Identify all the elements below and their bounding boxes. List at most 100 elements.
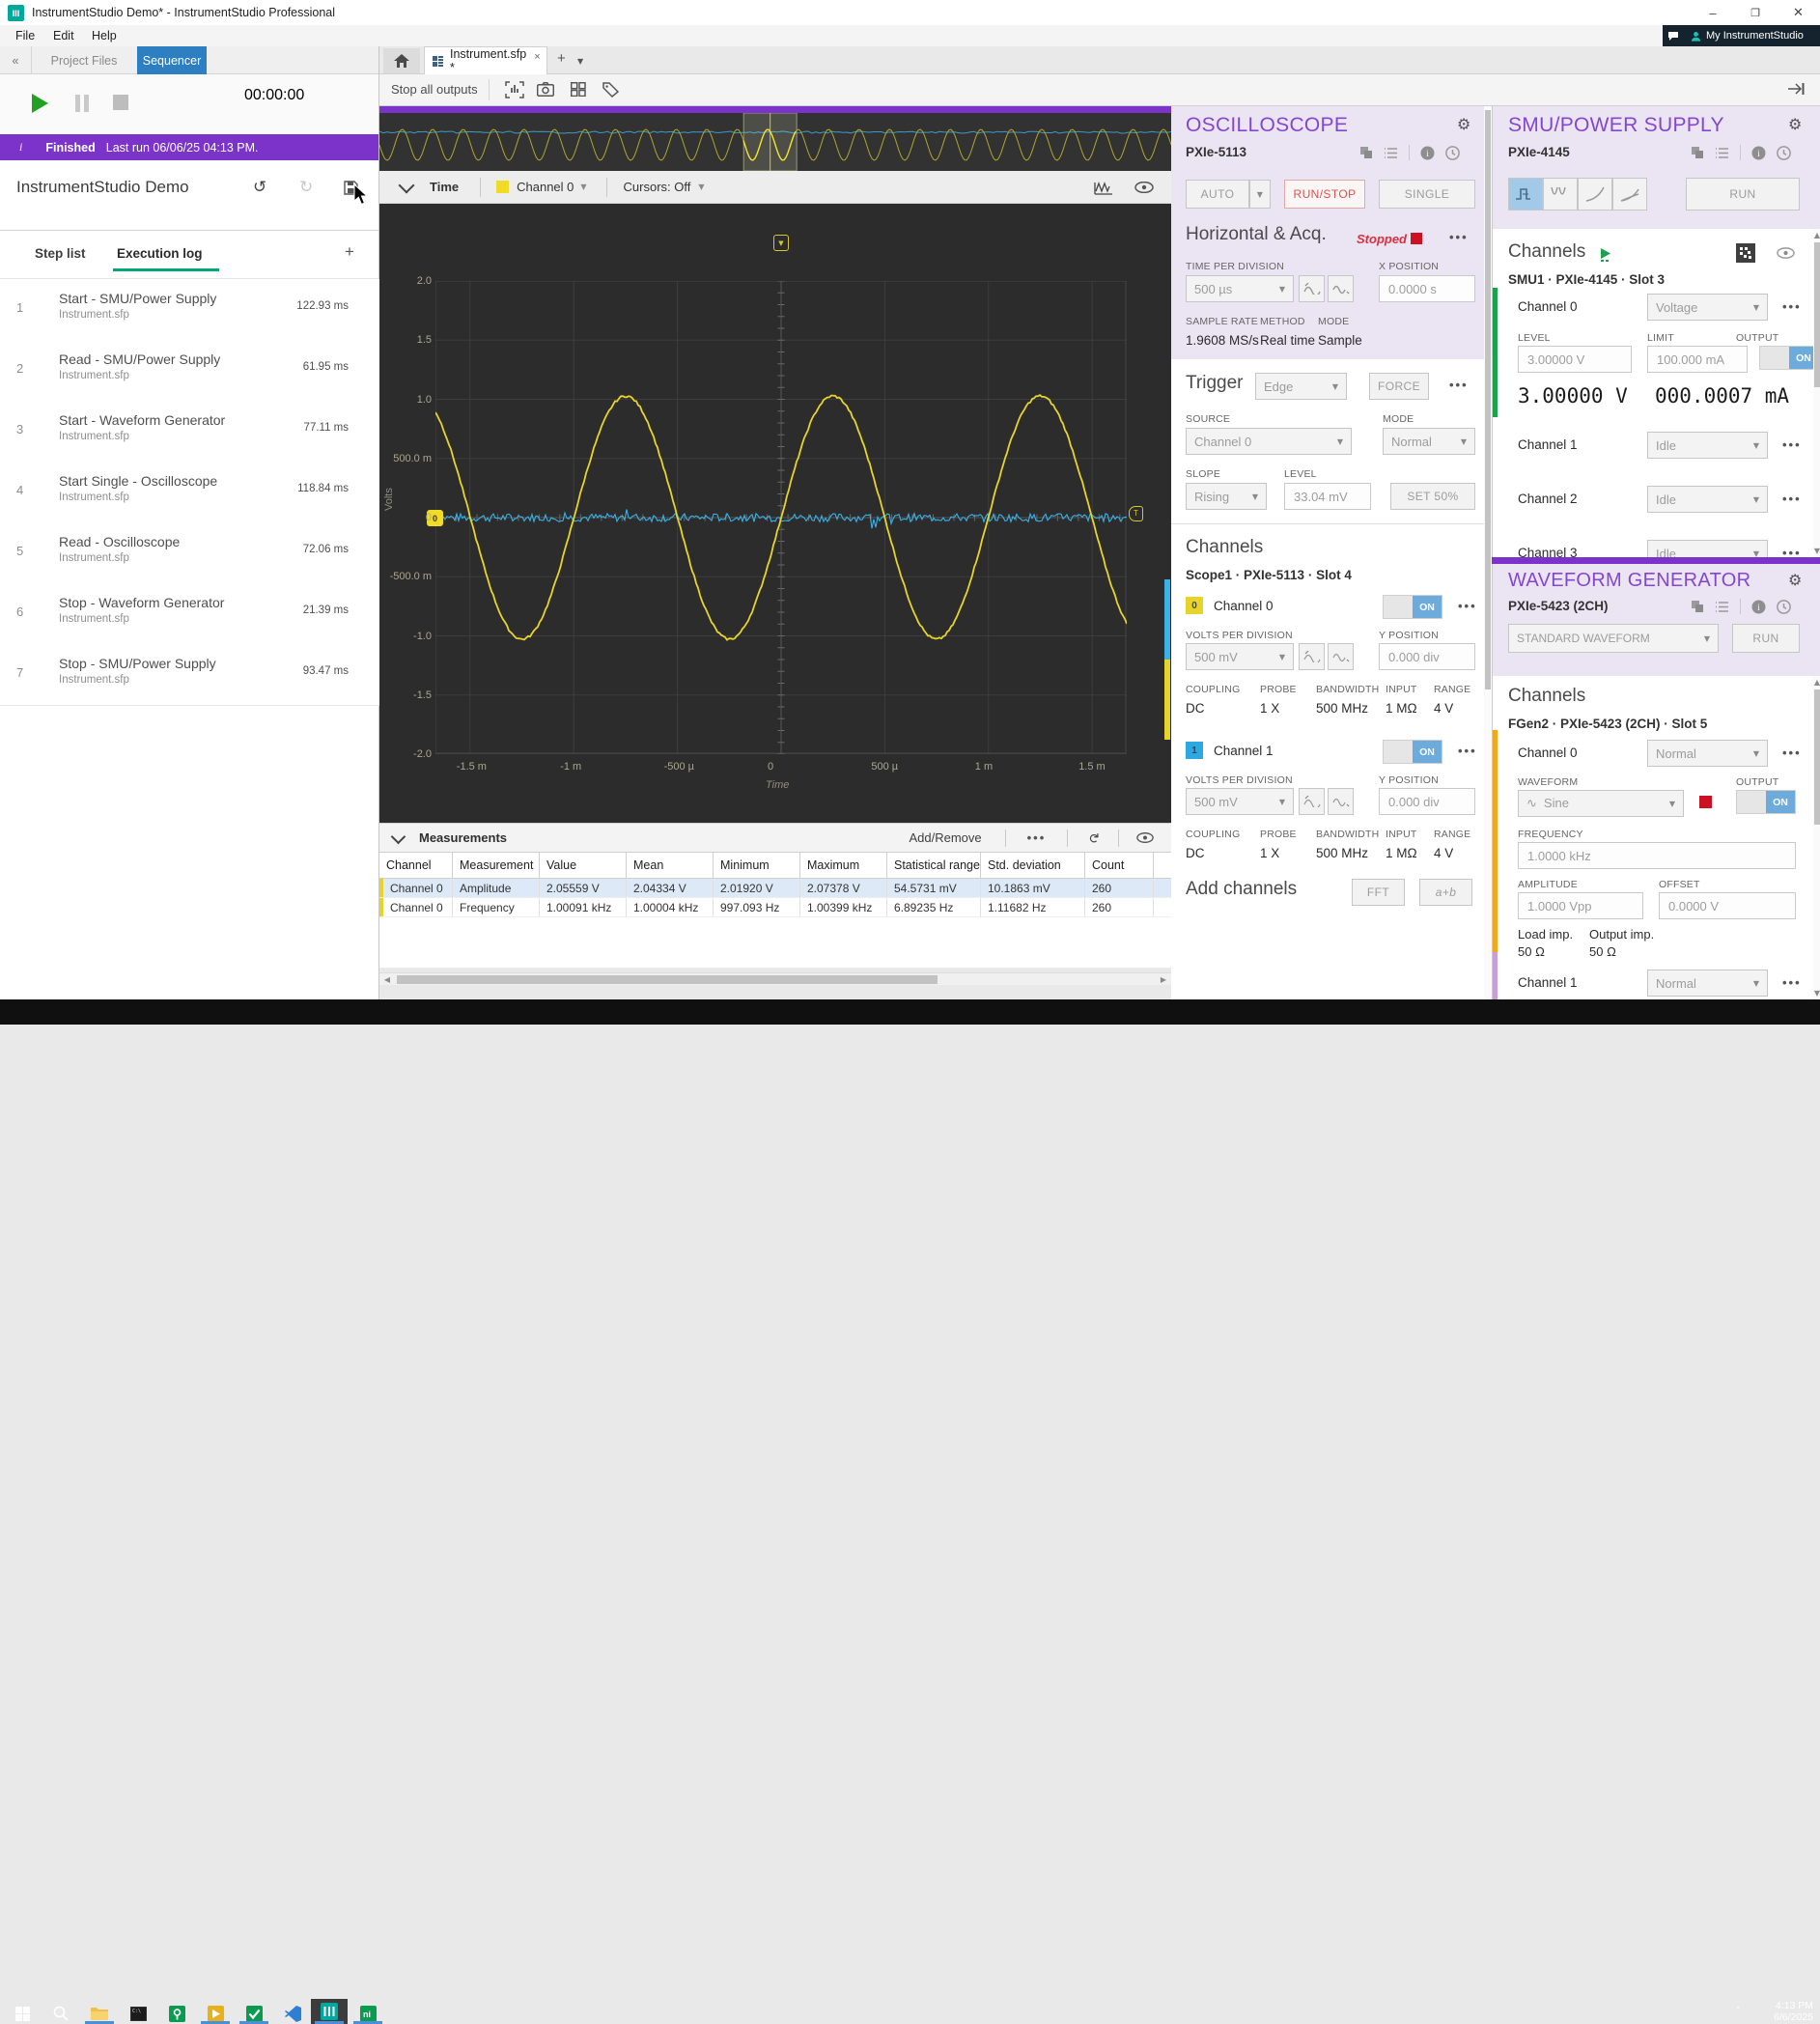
run-stop-button[interactable]: RUN/STOP: [1284, 180, 1365, 209]
step-row[interactable]: 4 Start Single - Oscilloscope Instrument…: [0, 462, 379, 523]
step-row[interactable]: 2 Read - SMU/Power Supply Instrument.sfp…: [0, 340, 379, 402]
start-button[interactable]: [4, 2003, 41, 2024]
fgen-mode-dropdown[interactable]: STANDARD WAVEFORM▼: [1508, 624, 1719, 653]
vpd-expand-button[interactable]: [1299, 788, 1325, 815]
smu-channel-menu-button[interactable]: •••: [1782, 437, 1802, 452]
account-badge[interactable]: My InstrumentStudio: [1684, 25, 1820, 46]
waveform-dropdown[interactable]: ∿Sine▼: [1518, 790, 1684, 817]
clock[interactable]: 4:13 PM 6/6/2025: [1750, 2001, 1813, 2023]
add-step-button[interactable]: +: [345, 242, 354, 262]
smu-channel-mode-dropdown[interactable]: Idle▼: [1647, 540, 1768, 557]
close-tab-icon[interactable]: ×: [534, 51, 540, 63]
tray-expand-icon[interactable]: ˄: [1736, 2007, 1741, 2016]
smu-channel-menu-button[interactable]: •••: [1782, 492, 1802, 506]
add-remove-button[interactable]: Add/Remove: [909, 830, 981, 845]
oscilloscope-plot[interactable]: Volts Time ▼ T 0 2.01.51.0500.0 m0-500.0…: [379, 204, 1171, 823]
channel-on-toggle[interactable]: ON: [1383, 740, 1442, 764]
collapse-panel-icon[interactable]: [1787, 82, 1805, 96]
stop-button[interactable]: [113, 95, 128, 110]
single-button[interactable]: SINGLE: [1379, 180, 1475, 209]
taskbar-search[interactable]: [42, 2003, 79, 2024]
stop-all-outputs-button[interactable]: Stop all outputs: [391, 82, 478, 97]
trigger-type-dropdown[interactable]: Edge▼: [1255, 373, 1347, 400]
trigger-mode-dropdown[interactable]: Normal▼: [1383, 428, 1475, 455]
step-row[interactable]: 5 Read - Oscilloscope Instrument.sfp 72.…: [0, 522, 379, 584]
menu-edit[interactable]: Edit: [53, 29, 74, 42]
layout-grid-icon[interactable]: [571, 82, 586, 97]
menu-help[interactable]: Help: [92, 29, 117, 42]
channel-on-toggle[interactable]: ON: [1383, 595, 1442, 619]
step-row[interactable]: 7 Stop - SMU/Power Supply Instrument.sfp…: [0, 644, 379, 706]
tab-sequencer[interactable]: Sequencer: [137, 46, 207, 74]
refresh-icon[interactable]: ↻: [1085, 832, 1101, 844]
tag-icon[interactable]: [602, 82, 619, 98]
auto-scale-icon[interactable]: [505, 81, 524, 98]
measurements-menu-button[interactable]: •••: [1027, 830, 1047, 845]
vpd-expand-button[interactable]: [1299, 643, 1325, 670]
trigger-level-input[interactable]: 33.04 mV: [1284, 483, 1371, 510]
fgen-ch0-menu-button[interactable]: •••: [1782, 745, 1802, 760]
measurements-row[interactable]: Channel 0Frequency1.00091 kHz1.00004 kHz…: [379, 898, 1171, 917]
force-button[interactable]: FORCE: [1369, 373, 1429, 400]
amplitude-input[interactable]: 1.0000 Vpp: [1518, 892, 1643, 919]
measurements-visibility-icon[interactable]: [1136, 832, 1154, 843]
menu-file[interactable]: File: [15, 29, 35, 42]
measurements-row[interactable]: Channel 0Amplitude2.05559 V2.04334 V2.01…: [379, 879, 1171, 898]
maximize-button[interactable]: ❐: [1734, 0, 1777, 25]
fgen-panel-scrollbar[interactable]: ▲ ▼: [1813, 676, 1820, 999]
rearrange-icon[interactable]: [1384, 147, 1398, 159]
ypos-input[interactable]: 0.000 div: [1379, 788, 1475, 815]
pause-button[interactable]: [75, 95, 89, 112]
document-tab[interactable]: Instrument.sfp * ×: [424, 46, 547, 74]
fgen-ch1-menu-button[interactable]: •••: [1782, 975, 1802, 990]
history-icon[interactable]: [1777, 600, 1791, 614]
channel-menu-button[interactable]: •••: [1458, 744, 1477, 758]
cursors-selector[interactable]: Cursors: Off: [624, 180, 691, 194]
tab-step-list[interactable]: Step list: [35, 246, 86, 261]
trigger-source-dropdown[interactable]: Channel 0▼: [1186, 428, 1352, 455]
trigger-level-marker[interactable]: T: [1129, 506, 1143, 521]
taskbar-vscode[interactable]: [274, 2003, 311, 2024]
tpd-compress-button[interactable]: [1328, 275, 1354, 302]
cursors-caret[interactable]: ▼: [698, 183, 704, 191]
horizontal-scrollbar[interactable]: ◀ ▶: [379, 972, 1171, 986]
rearrange-icon[interactable]: [1715, 601, 1729, 613]
play-button[interactable]: [32, 94, 48, 113]
copy-icon[interactable]: [1359, 146, 1373, 159]
tpd-expand-button[interactable]: [1299, 275, 1325, 302]
auto-button[interactable]: AUTO: [1186, 180, 1249, 209]
fft-button[interactable]: FFT: [1352, 879, 1405, 906]
taskbar-ni-max[interactable]: [158, 2003, 195, 2024]
fgen-ch0-mode-dropdown[interactable]: Normal▼: [1647, 740, 1768, 767]
vpd-dropdown[interactable]: 500 mV▼: [1186, 643, 1294, 670]
redo-button[interactable]: ↻: [299, 178, 313, 197]
vpd-dropdown[interactable]: 500 mV▼: [1186, 788, 1294, 815]
trigger-position-marker[interactable]: ▼: [773, 235, 789, 251]
xpos-input[interactable]: 0.0000 s: [1379, 275, 1475, 302]
undo-button[interactable]: ↺: [253, 178, 266, 197]
screenshot-icon[interactable]: [537, 82, 554, 97]
ypos-input[interactable]: 0.000 div: [1379, 643, 1475, 670]
info-icon[interactable]: i: [1751, 600, 1766, 614]
auto-dropdown-button[interactable]: ▼: [1249, 180, 1271, 209]
smu-channel-mode-dropdown[interactable]: Idle▼: [1647, 486, 1768, 513]
fgen-run-button[interactable]: RUN: [1732, 624, 1800, 653]
info-icon[interactable]: i: [1420, 146, 1435, 160]
trigger-menu-button[interactable]: •••: [1449, 378, 1469, 392]
collapse-measurements-icon[interactable]: [391, 829, 406, 844]
close-button[interactable]: ✕: [1777, 0, 1820, 25]
slope-dropdown[interactable]: Rising▼: [1186, 483, 1267, 510]
home-button[interactable]: [383, 48, 420, 73]
history-icon[interactable]: [1445, 146, 1460, 160]
step-row[interactable]: 1 Start - SMU/Power Supply Instrument.sf…: [0, 279, 379, 341]
taskbar-terminal[interactable]: C:\: [120, 2003, 156, 2024]
graph-channel-selector[interactable]: Channel 0: [517, 180, 574, 194]
step-row[interactable]: 6 Stop - Waveform Generator Instrument.s…: [0, 583, 379, 645]
graph-settings-icon[interactable]: [1094, 180, 1113, 195]
set-50-button[interactable]: SET 50%: [1390, 483, 1475, 510]
vpd-compress-button[interactable]: [1328, 788, 1354, 815]
step-row[interactable]: 3 Start - Waveform Generator Instrument.…: [0, 401, 379, 463]
horizontal-menu-button[interactable]: •••: [1449, 230, 1469, 244]
channel-selector-caret[interactable]: ▼: [580, 183, 586, 191]
frequency-input[interactable]: 1.0000 kHz: [1518, 842, 1796, 869]
